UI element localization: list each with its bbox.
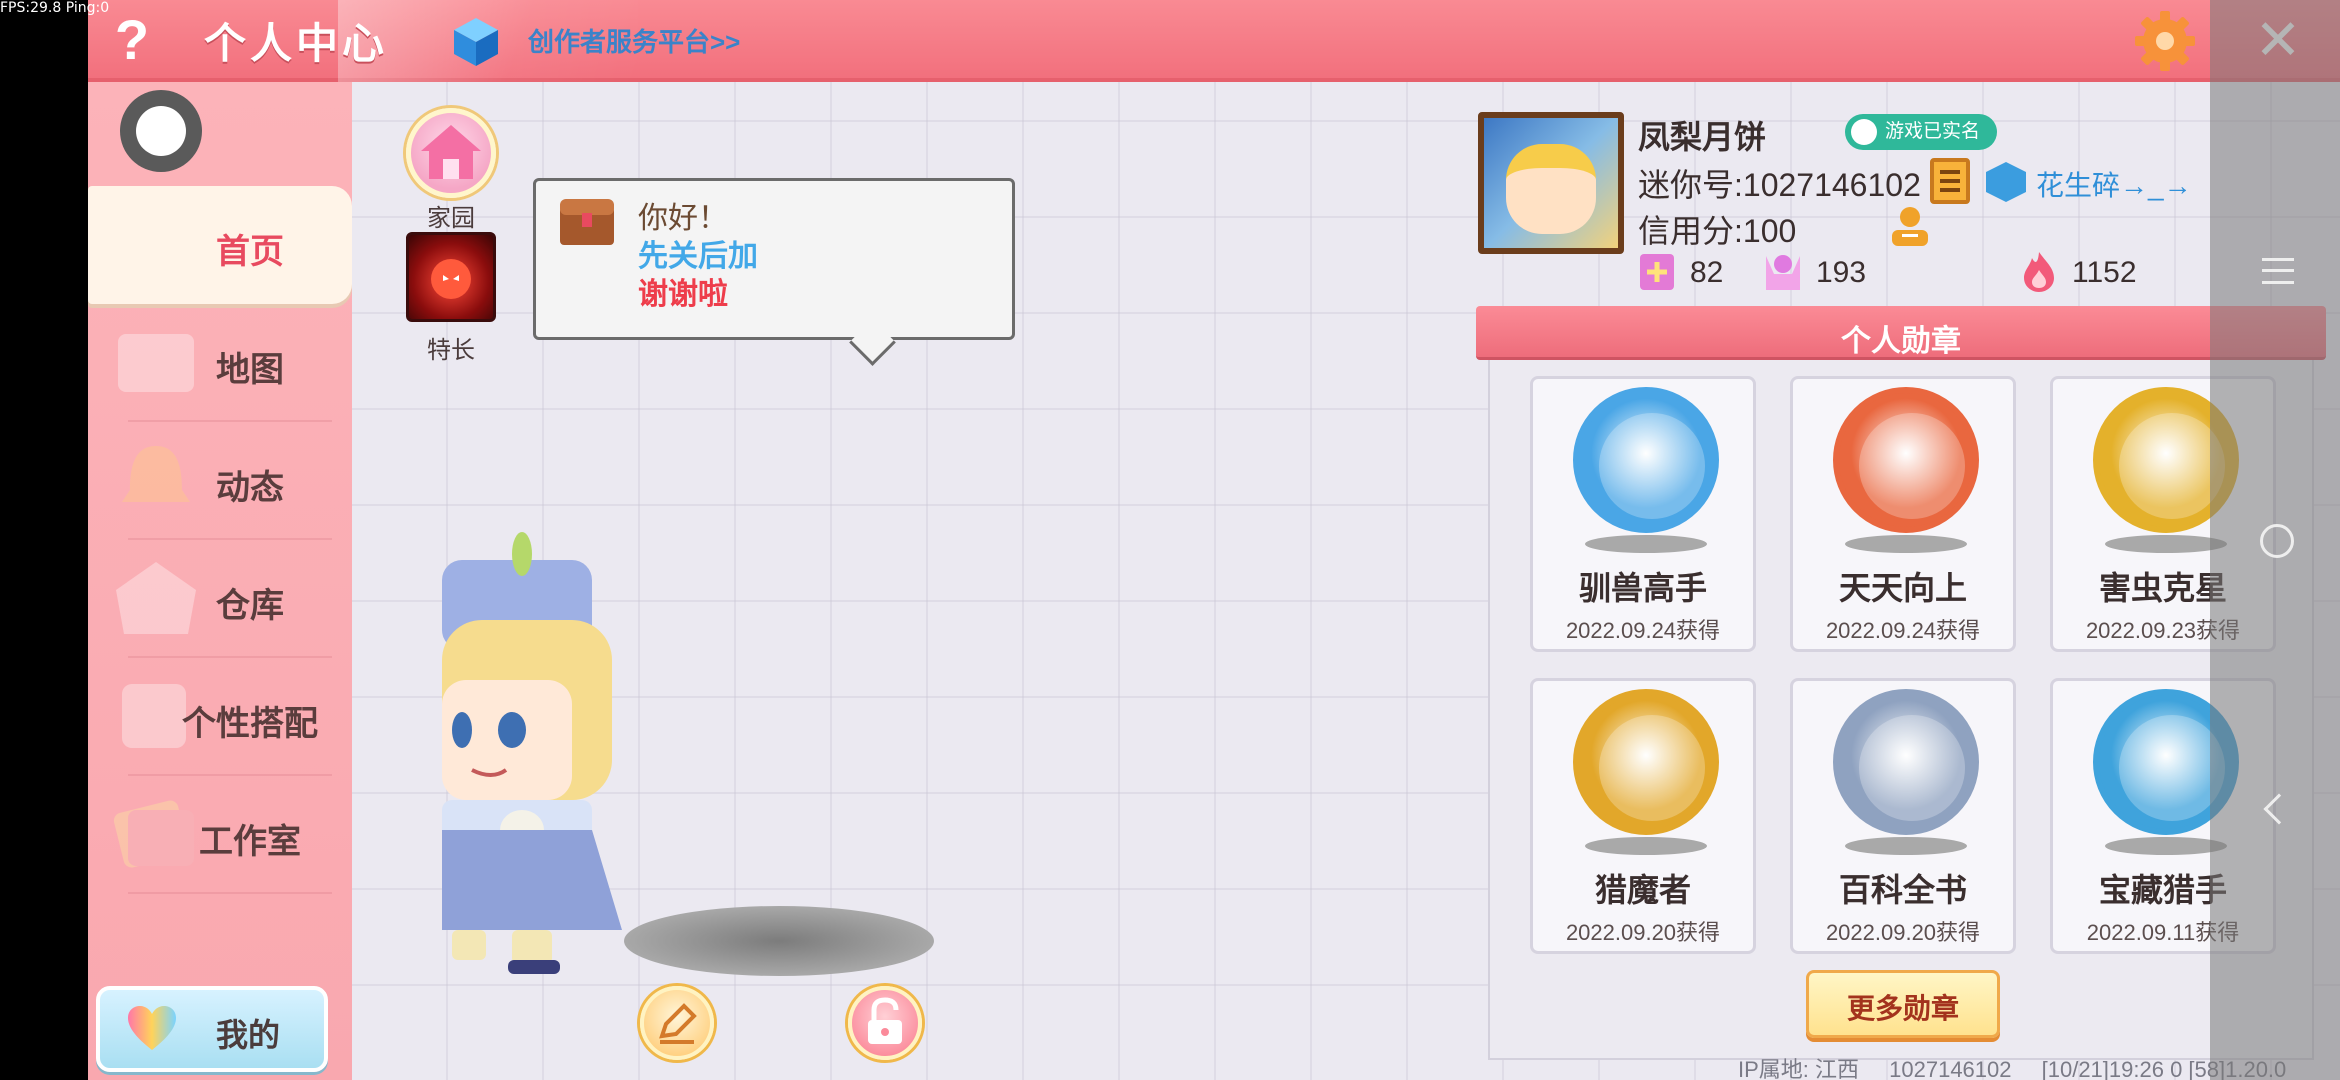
medal-stand bbox=[2105, 837, 2227, 855]
medal-tamer-icon bbox=[1573, 387, 1719, 533]
medal-calendar-icon bbox=[1833, 387, 1979, 533]
more-medals-label: 更多勋章 bbox=[1846, 993, 1959, 1024]
back-icon[interactable] bbox=[2263, 793, 2295, 825]
verified-label: 游戏已实名 bbox=[1885, 121, 1981, 142]
sidebar: 首页 地图 动态 仓库 个性搭配 工作室 我的 bbox=[88, 82, 352, 1080]
fps-readout: FPS:29.8 Ping:0 bbox=[0, 0, 110, 16]
player-avatar[interactable] bbox=[442, 530, 732, 980]
my-label: 我的 bbox=[216, 1017, 281, 1053]
avatar-face bbox=[1506, 144, 1596, 234]
sidebar-item-feed[interactable]: 动态 bbox=[88, 422, 352, 540]
plus-card-icon bbox=[1640, 254, 1674, 290]
medal-date: 2022.09.20获得 bbox=[1565, 920, 1721, 945]
copy-icon[interactable] bbox=[1930, 158, 1970, 204]
page-title: 个人中心 bbox=[204, 20, 389, 67]
pencil-icon bbox=[659, 1003, 697, 1044]
sidebar-item-studio[interactable]: 工作室 bbox=[88, 776, 352, 894]
help-button[interactable]: ? bbox=[102, 8, 162, 72]
credit-user-icon[interactable] bbox=[1888, 204, 1932, 248]
ip-location: IP属地: 江西 bbox=[1738, 1057, 1860, 1080]
medal-stand bbox=[2105, 535, 2227, 553]
mini-id: 迷你号:1027146102 bbox=[1638, 167, 1921, 203]
medal-name: 天天向上 bbox=[1838, 570, 1967, 606]
sidebar-item-label: 首页 bbox=[216, 233, 284, 271]
unlock-icon bbox=[868, 997, 902, 1044]
medal-card[interactable]: 天天向上 2022.09.24获得 bbox=[1790, 376, 2016, 652]
flame-icon bbox=[2024, 252, 2054, 292]
medal-date: 2022.09.20获得 bbox=[1825, 920, 1981, 945]
medal-name: 猎魔者 bbox=[1594, 872, 1691, 908]
heart-icon bbox=[128, 1006, 176, 1050]
homeland-button[interactable] bbox=[406, 108, 496, 198]
medal-stand bbox=[1845, 535, 1967, 553]
menu-icon[interactable] bbox=[2262, 258, 2294, 284]
system-nav-bar bbox=[2210, 0, 2340, 1080]
sidebar-item-outfit[interactable]: 个性搭配 bbox=[88, 658, 352, 776]
creator-platform-link[interactable]: 创作者服务平台>> bbox=[528, 22, 740, 59]
medals-title: 个人勋章 bbox=[1841, 325, 1961, 358]
sidebar-item-label: 仓库 bbox=[216, 587, 284, 625]
stat-value: 82 bbox=[1690, 256, 1724, 289]
sidebar-item-warehouse[interactable]: 仓库 bbox=[88, 540, 352, 658]
lock-button[interactable] bbox=[848, 986, 922, 1060]
friend-link-label: 花生碎→_→ bbox=[2036, 170, 2192, 201]
bubble-line: 谢谢啦 bbox=[638, 278, 728, 311]
medal-name: 驯兽高手 bbox=[1578, 570, 1707, 606]
homeland-label: 家园 bbox=[427, 205, 475, 232]
medal-book-icon bbox=[1833, 689, 1979, 835]
medals-header: 个人勋章 bbox=[1476, 306, 2326, 360]
cube-icon bbox=[454, 18, 498, 66]
my-button[interactable]: 我的 bbox=[96, 986, 328, 1072]
verified-badge: 游戏已实名 bbox=[1845, 114, 1997, 150]
settings-gear-icon[interactable] bbox=[2134, 10, 2196, 72]
sidebar-item-home[interactable]: 首页 bbox=[88, 186, 352, 304]
footer-uid: 1027146102 bbox=[1889, 1057, 2012, 1080]
stat-value: 1152 bbox=[2072, 256, 2137, 289]
sidebar-item-label: 个性搭配 bbox=[182, 705, 318, 743]
speech-bubble: 你好！ 先关后加 谢谢啦 bbox=[533, 178, 1015, 340]
medal-name: 百科全书 bbox=[1838, 872, 1967, 908]
top-bar: ? 个人中心 创作者服务平台>> ✕ bbox=[88, 0, 2340, 82]
sidebar-item-label: 工作室 bbox=[199, 823, 301, 861]
medal-card[interactable]: 猎魔者 2022.09.20获得 bbox=[1530, 678, 1756, 954]
stat-value: 193 bbox=[1816, 256, 1867, 289]
sidebar-item-label: 动态 bbox=[216, 469, 284, 507]
medal-stand bbox=[1585, 535, 1707, 553]
user-check-icon bbox=[1851, 119, 1877, 145]
sidebar-item-label: 地图 bbox=[216, 351, 284, 389]
player-name: 凤梨月饼 bbox=[1638, 119, 1767, 155]
medal-card[interactable]: 百科全书 2022.09.20获得 bbox=[1790, 678, 2016, 954]
profile-portrait[interactable] bbox=[1478, 112, 1624, 254]
sidebar-item-map[interactable]: 地图 bbox=[88, 304, 352, 422]
system-home-icon[interactable] bbox=[2260, 524, 2294, 558]
talent-button[interactable] bbox=[406, 232, 496, 322]
medal-date: 2022.09.24获得 bbox=[1565, 618, 1721, 643]
edit-button[interactable] bbox=[640, 986, 714, 1060]
talent-label: 特长 bbox=[427, 337, 475, 364]
fans-icon bbox=[1766, 255, 1800, 290]
medal-swords-icon bbox=[1573, 689, 1719, 835]
chest-icon bbox=[560, 199, 614, 245]
medal-date: 2022.09.24获得 bbox=[1825, 618, 1981, 643]
house-icon bbox=[421, 125, 481, 179]
medal-card[interactable]: 驯兽高手 2022.09.24获得 bbox=[1530, 376, 1756, 652]
medal-stand bbox=[1845, 837, 1967, 855]
fire-spirit-icon bbox=[431, 259, 471, 299]
app-window: ? 个人中心 创作者服务平台>> ✕ bbox=[88, 0, 2340, 1080]
credit-score: 信用分:100 bbox=[1638, 213, 1797, 249]
more-medals-button[interactable]: 更多勋章 bbox=[1806, 970, 2000, 1038]
medal-stand bbox=[1585, 837, 1707, 855]
divider bbox=[128, 892, 332, 894]
toggle-switch[interactable] bbox=[120, 90, 202, 172]
